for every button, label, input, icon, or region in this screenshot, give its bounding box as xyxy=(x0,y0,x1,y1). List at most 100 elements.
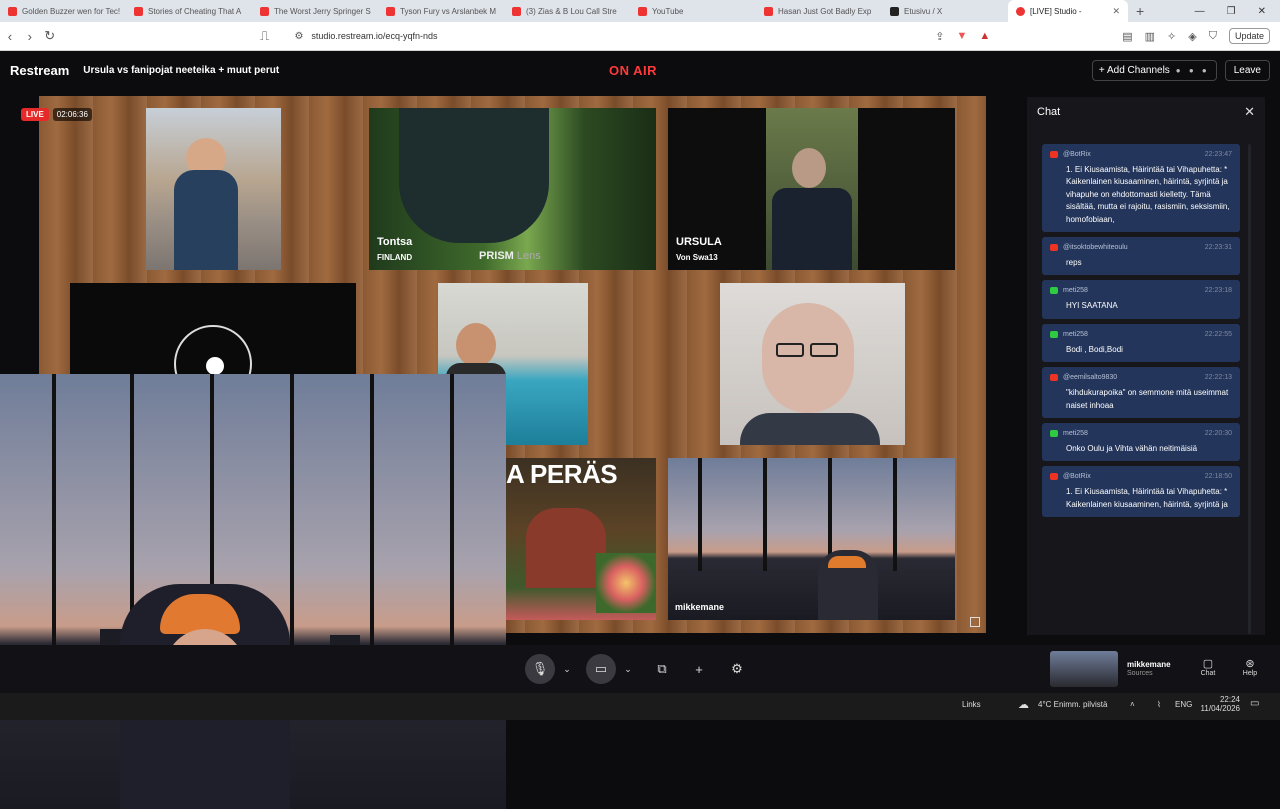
chat-timestamp: 22:23:47 xyxy=(1204,151,1232,158)
stream-title[interactable]: Ursula vs fanipojat neeteika + muut peru… xyxy=(83,65,279,76)
flowers-shape xyxy=(596,553,656,613)
site-settings-icon[interactable]: ⚙ xyxy=(294,31,303,42)
restream-logo: Restream xyxy=(10,62,70,78)
weather-text[interactable]: 4°C Enimm. pilvistä xyxy=(1038,700,1107,709)
help-button[interactable]: ⊛ Help xyxy=(1235,657,1265,677)
chat-message-header: meti258 22:22:55 xyxy=(1050,330,1232,338)
participant-tile-tontsa[interactable]: Tontsa FINLAND PRISM Lens xyxy=(369,108,656,270)
fullscreen-icon[interactable] xyxy=(970,617,980,627)
maximize-icon[interactable]: ❐ xyxy=(1227,6,1236,17)
notification-icon[interactable]: ▭ xyxy=(1250,698,1259,709)
participant-sub: Von Swa13 xyxy=(676,253,718,262)
minimize-icon[interactable]: — xyxy=(1195,6,1205,17)
tray-chevron-icon[interactable]: ˄ xyxy=(1130,700,1135,709)
chat-message[interactable]: meti258 22:20:30 Onko Oulu ja Vihta vähän … xyxy=(1042,422,1240,462)
close-tab-icon[interactable]: ✕ xyxy=(1112,6,1120,17)
forward-icon[interactable]: › xyxy=(20,29,40,44)
brave-shield-icon[interactable]: ▼ xyxy=(956,30,967,42)
browser-tab[interactable]: Stories of Cheating That A xyxy=(126,0,252,22)
new-tab-button[interactable]: + xyxy=(1128,3,1152,19)
chat-message[interactable]: @BotRix 22:18:50 1. Ei Kiusaamista, Häirin… xyxy=(1042,466,1240,518)
participant-tile-ursula[interactable]: URSULA Von Swa13 xyxy=(668,108,955,270)
prism-lens-text: Lens xyxy=(516,250,541,262)
wallet-icon[interactable]: ◈ xyxy=(1188,30,1196,43)
audio-dot xyxy=(206,357,224,375)
participant-name: Tontsa xyxy=(377,236,413,248)
reload-icon[interactable]: ↻ xyxy=(40,28,60,44)
browser-tab[interactable]: (3) Zias & B Lou Call Stre xyxy=(504,0,630,22)
chat-timestamp: 22:22:55 xyxy=(1204,330,1232,338)
sidebar-icon[interactable]: ▥ xyxy=(1145,30,1155,43)
participant-name: URSULA xyxy=(676,236,722,248)
share-screen-icon[interactable]: ⧉ xyxy=(651,654,673,684)
camera-icon: ▭ xyxy=(594,661,608,676)
update-button[interactable]: Update xyxy=(1228,28,1271,44)
camera-options-chevron-icon[interactable]: ⌄ xyxy=(617,654,639,684)
vpn-icon[interactable]: ⛉ xyxy=(1209,30,1217,43)
browser-tab[interactable]: Golden Buzzer wen for Tec! xyxy=(0,0,126,22)
window-frame xyxy=(290,374,294,679)
rewards-icon[interactable]: ▲ xyxy=(979,30,990,42)
participant-tile-glasses[interactable] xyxy=(720,283,905,445)
chat-message[interactable]: meti258 22:22:55 Bodi , Bodi,Bodi xyxy=(1042,323,1240,363)
language-indicator[interactable]: ENG xyxy=(1175,700,1192,709)
chat-username: meti258 xyxy=(1063,287,1088,295)
chat-toggle-label: Chat xyxy=(1200,670,1216,677)
settings-icon[interactable]: ⚙ xyxy=(726,654,748,684)
weather-icon: ☁ xyxy=(1018,699,1029,711)
chat-scrollbar[interactable] xyxy=(1248,144,1251,634)
url-field[interactable]: ⚙ studio.restream.io/ecq-yqfn-nds xyxy=(294,25,935,47)
browser-tab[interactable]: Etusivu / X xyxy=(882,0,1008,22)
chat-message-header: @itsoktobewhiteoulu 22:23:31 xyxy=(1050,243,1232,251)
chat-toggle-button[interactable]: ▢ Chat xyxy=(1193,657,1223,677)
browser-tab[interactable]: The Worst Jerry Springer S xyxy=(252,0,378,22)
chat-message[interactable]: @BotRix 22:23:47 1. Ei Kiusaamista, Häirin… xyxy=(1042,144,1240,232)
close-icon[interactable]: ✕ xyxy=(1244,104,1255,120)
camera-button[interactable]: ▭ xyxy=(586,654,616,684)
jacket-shape xyxy=(174,170,238,270)
browser-tab-active[interactable]: [LIVE] Studio - ✕ xyxy=(1008,0,1128,22)
chat-message[interactable]: @itsoktobewhiteoulu 22:23:31 reps xyxy=(1042,236,1240,276)
glasses-right xyxy=(810,343,838,357)
network-icon[interactable]: ⌇ xyxy=(1157,700,1161,709)
youtube-icon xyxy=(1050,243,1058,251)
browser-tab[interactable]: Tyson Fury vs Arslanbek M xyxy=(378,0,504,22)
close-window-icon[interactable]: ✕ xyxy=(1258,6,1266,17)
participant-tile-mikkemane[interactable]: mikkemane xyxy=(668,458,955,620)
window-frame xyxy=(52,374,56,679)
chat-message[interactable]: @eemilsalto9830 22:22:13 "kihdukurapoika" … xyxy=(1042,367,1240,418)
chat-icon: ▢ xyxy=(1202,658,1214,670)
source-label[interactable]: mikkemane Sources xyxy=(1127,660,1171,677)
extensions-icon[interactable]: ✧ xyxy=(1167,30,1176,43)
robe-shape xyxy=(772,188,852,270)
tab-favicon-icon xyxy=(764,6,773,16)
add-icon[interactable]: + xyxy=(688,654,710,684)
bookmark-icon[interactable]: ⎍ xyxy=(255,28,275,44)
add-channels-button[interactable]: + Add Channels ● ● ● xyxy=(1091,59,1217,81)
url-text: studio.restream.io/ecq-yqfn-nds xyxy=(311,31,438,41)
youtube-icon xyxy=(1050,374,1058,382)
os-taskbar: Links ☁ 4°C Enimm. pilvistä ˄ ⌇ ENG 22:2… xyxy=(0,693,1280,720)
source-thumbnail[interactable] xyxy=(1050,651,1118,687)
reader-mode-icon[interactable]: ▤ xyxy=(1122,30,1132,43)
microphone-button[interactable]: 🎙︎ xyxy=(525,654,555,684)
back-icon[interactable]: ‹ xyxy=(0,29,20,44)
leave-button[interactable]: Leave xyxy=(1224,59,1270,81)
shirt-shape xyxy=(526,508,606,588)
mic-options-chevron-icon[interactable]: ⌄ xyxy=(556,654,578,684)
window-frame xyxy=(698,458,702,572)
cap-shape xyxy=(828,556,866,568)
chat-timestamp: 22:23:18 xyxy=(1204,287,1232,295)
links-toolbar[interactable]: Links xyxy=(962,700,981,709)
chat-message[interactable]: meti258 22:23:18 HYI SAATANA xyxy=(1042,280,1240,319)
tab-favicon-icon xyxy=(134,6,143,16)
browser-address-bar: ‹ › ↻ ⎍ ⚙ studio.restream.io/ecq-yqfn-nd… xyxy=(0,22,1280,51)
clock-time: 22:24 xyxy=(1219,695,1240,704)
participant-tile-1[interactable] xyxy=(146,108,281,270)
browser-tab[interactable]: Hasan Just Got Badly Exp xyxy=(756,0,882,22)
window-controls: — ❐ ✕ xyxy=(1195,6,1280,17)
share-icon[interactable]: ⇪ xyxy=(935,30,944,43)
youtube-icon xyxy=(1050,473,1058,481)
browser-tab[interactable]: YouTube xyxy=(630,0,756,22)
clock[interactable]: 22:24 11/04/2026 xyxy=(1200,695,1240,713)
